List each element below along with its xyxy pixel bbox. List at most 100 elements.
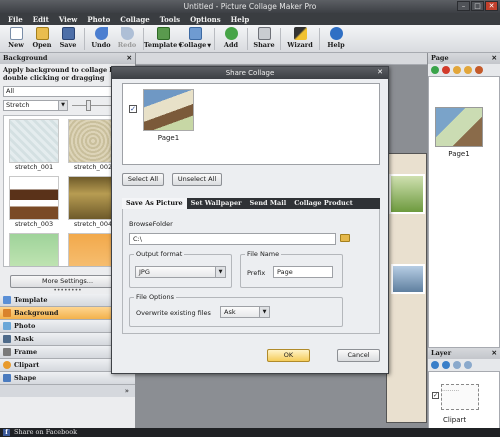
- page-list: Page1: [428, 76, 500, 348]
- layer-up-icon[interactable]: [431, 361, 439, 369]
- tab-save-as-picture[interactable]: Save As Picture: [122, 198, 187, 209]
- panel-title: Background: [3, 54, 48, 62]
- prefix-input[interactable]: Page: [273, 266, 333, 278]
- fill-mode-select[interactable]: Stretch ▼: [3, 100, 68, 111]
- open-button[interactable]: Open: [29, 27, 55, 49]
- open-label: Open: [32, 41, 52, 49]
- layer-visibility-checkbox[interactable]: ✓: [432, 392, 439, 399]
- category-label: Shape: [14, 374, 37, 382]
- collage-button[interactable]: Collage▼: [179, 27, 211, 49]
- toolbar-separator: [280, 28, 281, 50]
- redo-label: Redo: [117, 41, 137, 49]
- title-bar: Untitled - Picture Collage Maker Pro – □…: [0, 0, 500, 13]
- menu-help[interactable]: Help: [231, 15, 250, 24]
- facebook-icon[interactable]: f: [3, 429, 10, 436]
- panel-close-button[interactable]: ✕: [127, 53, 132, 64]
- background-thumbnail[interactable]: stretch_003: [7, 176, 61, 228]
- browse-folder-icon[interactable]: [340, 234, 350, 242]
- pages-close-button[interactable]: ✕: [492, 53, 497, 64]
- overwrite-select[interactable]: Ask ▼: [220, 306, 270, 318]
- wizard-button[interactable]: Wizard: [284, 27, 316, 49]
- menu-view[interactable]: View: [59, 15, 77, 24]
- dialog-title-bar: Share Collage ✕: [112, 67, 388, 79]
- category-label: Template: [14, 296, 48, 304]
- slider-handle[interactable]: [86, 100, 91, 111]
- expand-chevron-icon[interactable]: »: [125, 387, 129, 395]
- browse-folder-label: BrowseFolder: [129, 220, 173, 228]
- template-grid-icon: [156, 27, 170, 40]
- layer-thumbnail-caption: .........: [442, 386, 460, 393]
- tab-set-wallpaper[interactable]: Set Wallpaper: [187, 198, 246, 209]
- page-select-checkbox[interactable]: ✓: [129, 105, 137, 113]
- help-button[interactable]: Help: [323, 27, 349, 49]
- move-down-icon[interactable]: [464, 66, 472, 74]
- output-format-group: Output format JPG ▼: [129, 250, 232, 288]
- layer-header: Layer ✕: [428, 348, 500, 359]
- window-controls: – □ ✕: [457, 1, 498, 11]
- undo-button[interactable]: Undo: [88, 27, 114, 49]
- tab-collage-product[interactable]: Collage Product: [290, 198, 356, 209]
- pages-title: Page: [431, 54, 449, 62]
- select-all-button[interactable]: Select All: [122, 173, 164, 186]
- share-on-facebook-link[interactable]: Share on Facebook: [14, 428, 77, 436]
- output-format-select[interactable]: JPG ▼: [135, 266, 226, 278]
- file-name-group: File Name Prefix Page: [240, 250, 343, 288]
- layer-bottom-icon[interactable]: [464, 361, 472, 369]
- undo-label: Undo: [91, 41, 111, 49]
- page-thumbnail[interactable]: [435, 107, 483, 147]
- add-button[interactable]: Add: [218, 27, 244, 49]
- main-toolbar: New Open Save Undo Redo Template▼ Collag…: [0, 25, 500, 53]
- window-title: Untitled - Picture Collage Maker Pro: [183, 2, 317, 11]
- save-as-picture-pane: BrowseFolder C:\ Output format JPG ▼ Fil…: [122, 209, 380, 334]
- menu-options[interactable]: Options: [190, 15, 221, 24]
- pages-header: Page ✕: [428, 53, 500, 64]
- menu-bar: File Edit View Photo Collage Tools Optio…: [0, 13, 500, 25]
- background-thumbnail[interactable]: stretch_001: [7, 119, 61, 171]
- file-options-group: File Options Overwrite existing files As…: [129, 293, 343, 327]
- layer-down-icon[interactable]: [442, 361, 450, 369]
- tab-send-mail[interactable]: Send Mail: [246, 198, 291, 209]
- page-thumbnail[interactable]: [143, 89, 194, 131]
- mask-icon: [3, 335, 11, 343]
- save-button[interactable]: Save: [55, 27, 81, 49]
- cancel-button[interactable]: Cancel: [337, 349, 380, 362]
- menu-file[interactable]: File: [8, 15, 23, 24]
- layer-title: Layer: [431, 349, 452, 357]
- save-label: Save: [59, 41, 77, 49]
- close-button[interactable]: ✕: [485, 1, 498, 11]
- menu-photo[interactable]: Photo: [87, 15, 110, 24]
- template-button[interactable]: Template▼: [144, 27, 182, 49]
- menu-tools[interactable]: Tools: [160, 15, 180, 24]
- share-label: Share: [253, 41, 275, 49]
- overwrite-label: Overwrite existing files: [136, 309, 211, 317]
- panel-expand-bar: »: [0, 385, 135, 397]
- share-tabs: Save As Picture Set Wallpaper Send Mail …: [122, 198, 380, 209]
- dialog-close-button[interactable]: ✕: [375, 68, 385, 77]
- toolbar-separator: [319, 28, 320, 50]
- add-page-icon[interactable]: [431, 66, 439, 74]
- move-up-icon[interactable]: [453, 66, 461, 74]
- background-icon: [3, 309, 11, 317]
- share-button[interactable]: Share: [251, 27, 277, 49]
- share-page-list: ✓ Page1: [122, 83, 380, 165]
- menu-edit[interactable]: Edit: [33, 15, 49, 24]
- thumbnail-label: stretch_001: [14, 163, 54, 171]
- minimize-button[interactable]: –: [457, 1, 470, 11]
- layer-top-icon[interactable]: [453, 361, 461, 369]
- canvas-toolbar: [136, 53, 427, 65]
- background-thumbnail[interactable]: [7, 233, 61, 266]
- maximize-button[interactable]: □: [471, 1, 484, 11]
- toolbar-separator: [214, 28, 215, 50]
- panel-header: Background ✕: [0, 53, 135, 64]
- add-plus-icon: [224, 27, 238, 40]
- unselect-all-button[interactable]: Unselect All: [172, 173, 222, 186]
- delete-page-icon[interactable]: [442, 66, 450, 74]
- redo-button[interactable]: Redo: [114, 27, 140, 49]
- folder-path-field[interactable]: C:\: [129, 233, 336, 245]
- layer-close-button[interactable]: ✕: [492, 348, 497, 359]
- menu-collage[interactable]: Collage: [120, 15, 149, 24]
- ok-button[interactable]: OK: [267, 349, 310, 362]
- layer-thumbnail[interactable]: .........: [441, 384, 479, 410]
- page-settings-icon[interactable]: [475, 66, 483, 74]
- new-button[interactable]: New: [3, 27, 29, 49]
